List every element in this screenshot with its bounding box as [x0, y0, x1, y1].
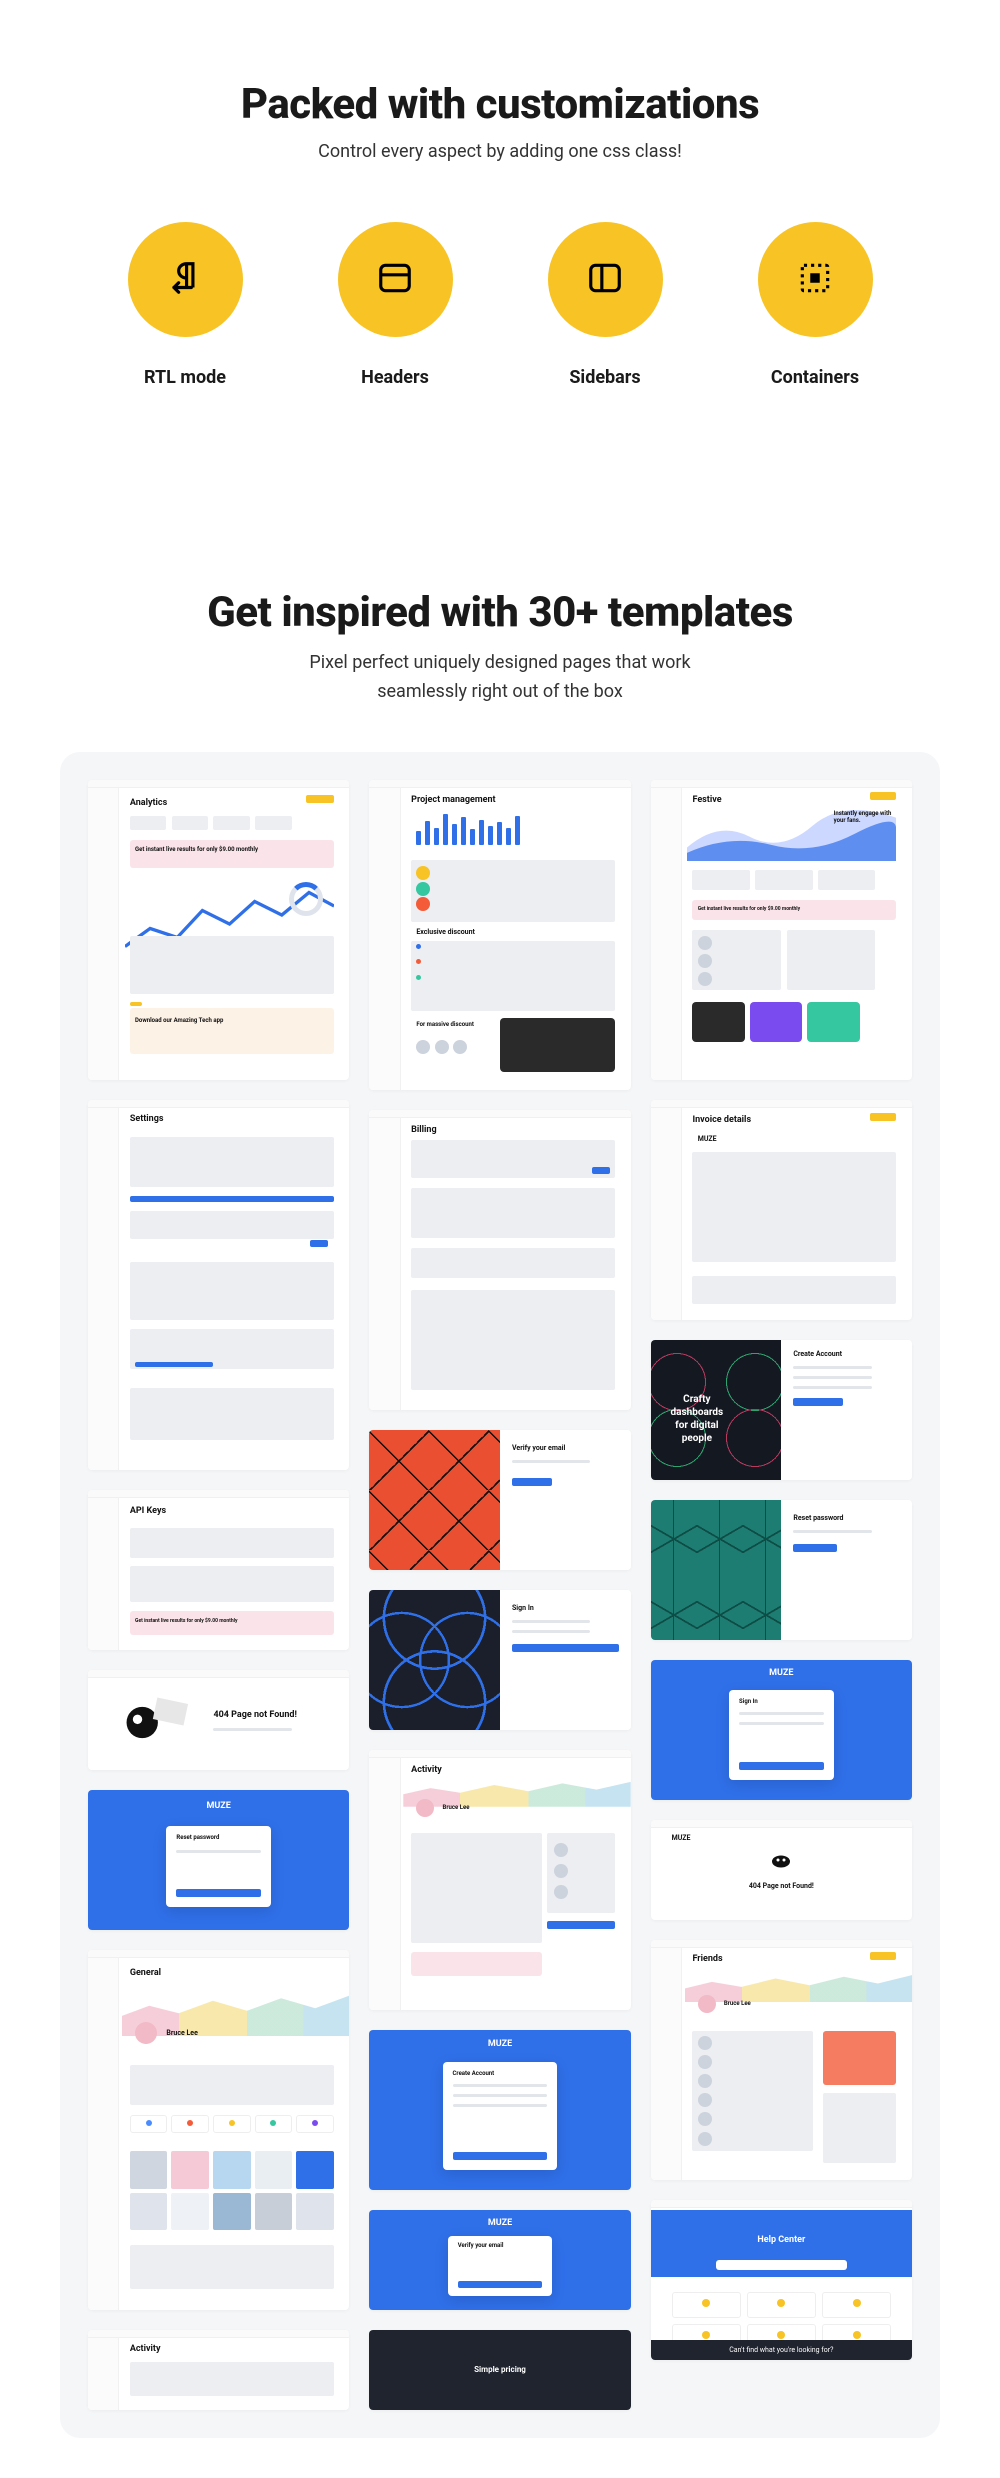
brand: MUZE	[488, 2218, 512, 2228]
feature-circle	[128, 222, 243, 337]
banner-text: Get instant live results for only $9.00 …	[135, 846, 258, 853]
template-festive[interactable]: Festive Instantly engage with your fans.…	[651, 780, 912, 1080]
template-project[interactable]: Project management Exclusive discount Fo…	[369, 780, 630, 1090]
card-title: Create Account	[453, 2070, 495, 2077]
template-gallery: Analytics Get instant live results for o…	[60, 752, 940, 2438]
subtitle-line: Pixel perfect uniquely designed pages th…	[309, 652, 690, 673]
feature-rtl: RTL mode	[90, 222, 280, 388]
section-title: Get inspired with 30+ templates	[50, 588, 950, 637]
feature-circle	[548, 222, 663, 337]
help-search	[716, 2260, 847, 2270]
template-activity-short[interactable]: Activity	[88, 2330, 349, 2410]
container-icon	[796, 259, 834, 301]
feature-label: Containers	[771, 367, 859, 388]
rtl-icon	[166, 259, 204, 301]
card-title: Festive	[692, 795, 721, 805]
feature-circle	[338, 222, 453, 337]
card-title: Reset password	[793, 1514, 843, 1522]
pricing-strip: Simple pricing	[369, 2330, 630, 2410]
template-create-blue[interactable]: MUZE Create Account	[369, 2030, 630, 2190]
template-friends[interactable]: Friends Bruce Lee	[651, 1940, 912, 2180]
template-billing[interactable]: Billing You're on Pro plan	[369, 1110, 630, 1410]
template-activity[interactable]: Activity Bruce Lee	[369, 1750, 630, 2010]
card-title: Project management	[411, 795, 495, 805]
template-invoice[interactable]: Invoice details MUZE	[651, 1100, 912, 1320]
user-name: Bruce Lee	[724, 2000, 751, 2007]
section-subtitle: Pixel perfect uniquely designed pages th…	[50, 649, 950, 707]
feature-circle	[758, 222, 873, 337]
pattern-panel: Crafty dashboards for digital people	[651, 1340, 782, 1480]
card-title: Sign In	[739, 1698, 758, 1705]
template-404-b[interactable]: MUZE 404 Page not Found!	[651, 1820, 912, 1920]
template-reset-blue[interactable]: MUZE Reset password	[88, 1790, 349, 1930]
feature-label: RTL mode	[144, 367, 226, 388]
feature-label: Sidebars	[569, 367, 640, 388]
template-verify-red[interactable]: Verify your email	[369, 1430, 630, 1570]
pattern-panel	[369, 1430, 500, 1570]
section-title: Packed with customizations	[50, 80, 950, 129]
engage-text: Instantly engage with your fans.	[834, 810, 897, 824]
brand: MUZE	[488, 2039, 512, 2049]
template-apikeys[interactable]: API Keys Get instant live results for on…	[88, 1490, 349, 1650]
template-general[interactable]: General Bruce Lee	[88, 1950, 349, 2310]
brand: MUZE	[672, 1834, 691, 1842]
error-text: 404 Page not Found!	[749, 1882, 814, 1890]
massive-title: For massive discount	[416, 1021, 474, 1028]
promo-text: Crafty dashboards for digital people	[665, 1393, 729, 1445]
feature-label: Headers	[361, 367, 429, 388]
card-title: Verify your email	[512, 1444, 565, 1452]
card-title: Activity	[130, 2344, 161, 2354]
error-text: 404 Page not Found!	[213, 1710, 296, 1720]
template-signin-dark[interactable]: Sign In	[369, 1590, 630, 1730]
template-create-dark[interactable]: Crafty dashboards for digital people Cre…	[651, 1340, 912, 1480]
template-settings[interactable]: Settings	[88, 1100, 349, 1470]
banner-text: Get instant live results for only $9.00 …	[135, 1618, 237, 1624]
help-footer: Can't find what you're looking for?	[651, 2340, 912, 2360]
gallery-column: Analytics Get instant live results for o…	[88, 780, 349, 2410]
card-title: Analytics	[130, 798, 167, 808]
help-title: Help Center	[651, 2235, 912, 2245]
card-title: API Keys	[130, 1506, 166, 1516]
pattern-panel	[651, 1500, 782, 1640]
templates-section: Get inspired with 30+ templates Pixel pe…	[0, 588, 1000, 2478]
customizations-section: Packed with customizations Control every…	[0, 0, 1000, 588]
brand: MUZE	[698, 1135, 717, 1143]
card-title: Activity	[411, 1765, 442, 1775]
subtitle-line: seamlessly right out of the box	[377, 681, 623, 702]
template-reset-green[interactable]: Reset password	[651, 1500, 912, 1640]
discount-title: Exclusive discount	[416, 928, 475, 936]
card-title: Friends	[692, 1954, 722, 1964]
banner-text: Get instant live results for only $9.00 …	[698, 906, 800, 912]
feature-containers: Containers	[720, 222, 910, 388]
feature-sidebars: Sidebars	[510, 222, 700, 388]
template-helpcenter[interactable]: Help Center Can't find what you're looki…	[651, 2200, 912, 2360]
template-verify-blue[interactable]: MUZE Verify your email	[369, 2210, 630, 2310]
pattern-panel	[369, 1590, 500, 1730]
brand: MUZE	[769, 1668, 793, 1678]
header-icon	[376, 259, 414, 301]
template-404[interactable]: 404 Page not Found!	[88, 1670, 349, 1770]
user-name: Bruce Lee	[443, 1804, 470, 1811]
feature-row: RTL mode Headers Sidebars	[50, 222, 950, 388]
card-title: Invoice details	[692, 1115, 751, 1125]
gallery-column: Project management Exclusive discount Fo…	[369, 780, 630, 2410]
card-title: Reset password	[176, 1834, 219, 1841]
card-title: General	[130, 1968, 161, 1978]
card-title: Create Account	[793, 1350, 842, 1358]
brand: MUZE	[206, 1801, 230, 1811]
user-name: Bruce Lee	[166, 2029, 197, 2037]
card-title: Sign In	[512, 1604, 534, 1612]
card-title: Settings	[130, 1114, 164, 1124]
download-text: Download our Amazing Tech app	[135, 1017, 223, 1024]
feature-headers: Headers	[300, 222, 490, 388]
template-pricing[interactable]: Simple pricing	[369, 2330, 630, 2410]
card-title: Verify your email	[458, 2242, 504, 2249]
sidebar-icon	[586, 259, 624, 301]
template-signin-blue[interactable]: MUZE Sign In	[651, 1660, 912, 1800]
section-subtitle: Control every aspect by adding one css c…	[50, 141, 950, 162]
gallery-column: Festive Instantly engage with your fans.…	[651, 780, 912, 2360]
template-analytics[interactable]: Analytics Get instant live results for o…	[88, 780, 349, 1080]
card-title: Billing	[411, 1125, 436, 1135]
